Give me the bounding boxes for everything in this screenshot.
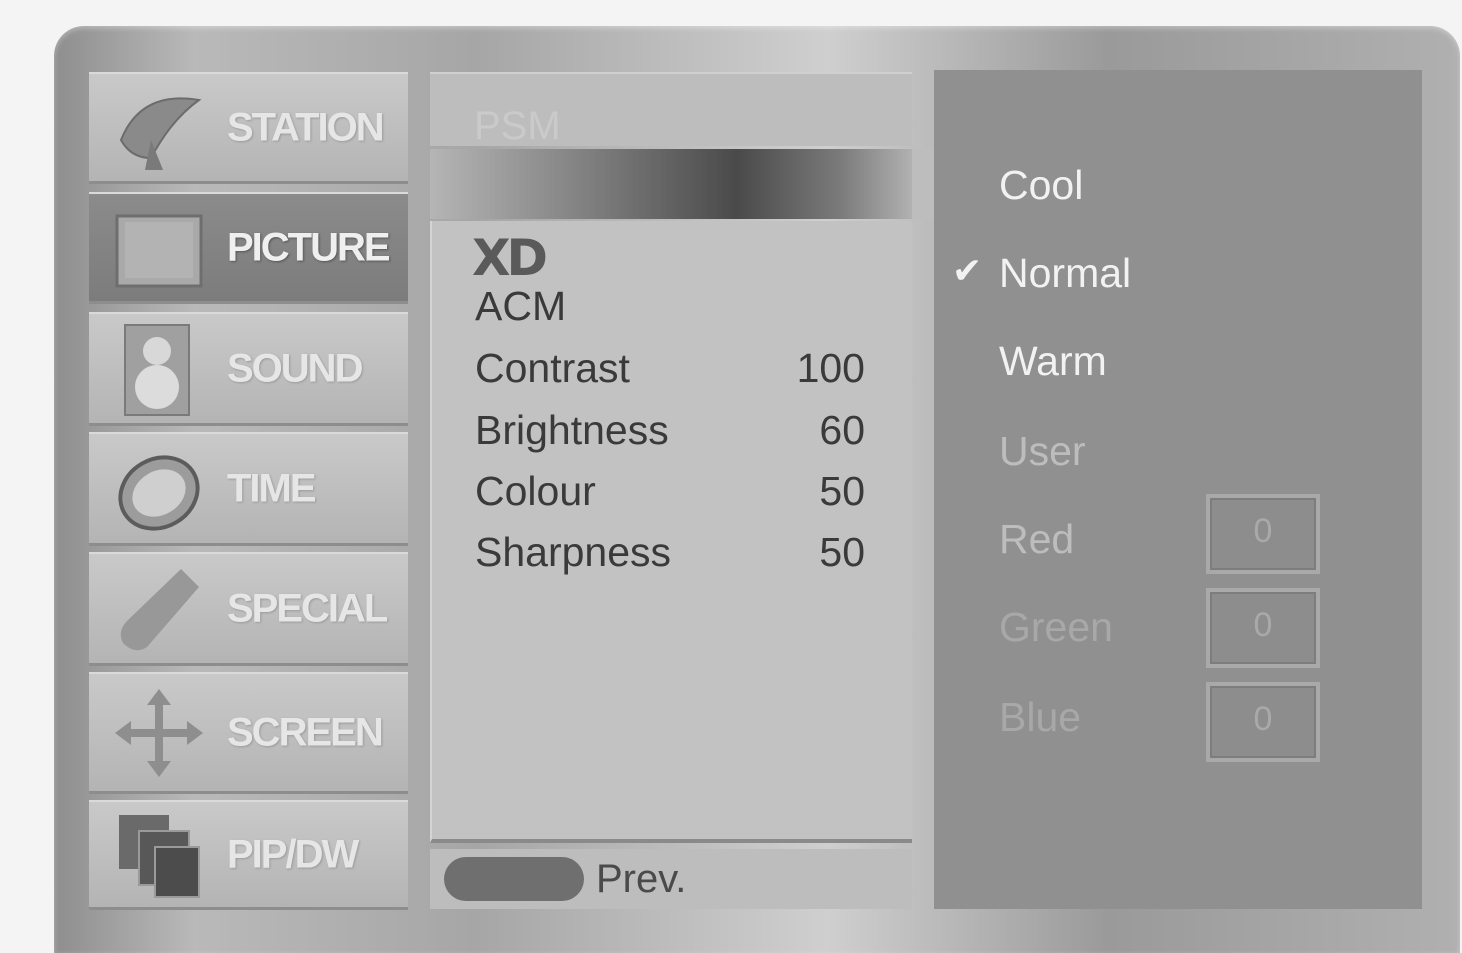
selection-pointer xyxy=(430,149,942,219)
colour-row[interactable]: Colour 50 xyxy=(475,468,865,524)
green-value-box[interactable]: 0 xyxy=(1206,588,1320,668)
prev-button[interactable] xyxy=(444,857,584,901)
pip-windows-icon xyxy=(119,814,200,898)
xd-logo: XD xyxy=(472,233,550,283)
psm-header[interactable]: PSM xyxy=(430,72,912,148)
menu-item-screen[interactable]: SCREEN xyxy=(89,672,408,794)
wrench-icon xyxy=(120,568,199,650)
blue-value-box[interactable]: 0 xyxy=(1206,682,1320,762)
menu-item-time[interactable]: TIME xyxy=(89,432,408,546)
green-label: Green xyxy=(999,604,1113,650)
option-normal[interactable]: Normal xyxy=(999,250,1131,297)
menu-item-label: PIP/DW xyxy=(227,832,359,876)
green-value: 0 xyxy=(1253,606,1273,644)
menu-item-picture[interactable]: PICTURE xyxy=(89,192,408,304)
menu-item-label: STATION xyxy=(227,105,385,149)
menu-item-label: SCREEN xyxy=(227,710,384,754)
blue-label: Blue xyxy=(999,694,1082,740)
menu-item-sound[interactable]: SOUND xyxy=(89,312,408,426)
brightness-row[interactable]: Brightness 60 xyxy=(475,407,865,463)
colour-label: Colour xyxy=(475,468,596,514)
contrast-row[interactable]: Contrast 100 xyxy=(475,345,865,401)
contrast-value: 100 xyxy=(796,345,865,391)
red-value-box[interactable]: 0 xyxy=(1206,494,1320,574)
speaker-icon xyxy=(124,323,190,416)
menu-item-station[interactable]: STATION xyxy=(89,72,408,184)
clock-icon xyxy=(118,454,200,531)
prev-bar: Prev. xyxy=(430,849,912,909)
tv-screen-icon xyxy=(115,214,203,287)
acm-row[interactable]: ACM xyxy=(475,283,865,339)
sharpness-row[interactable]: Sharpness 50 xyxy=(475,529,865,585)
svg-text:XD: XD xyxy=(472,233,546,283)
colour-temp-panel: Cool ✔ Normal Warm User Red 0 Green 0 Bl… xyxy=(934,70,1422,909)
menu-item-label: SOUND xyxy=(227,346,363,390)
sharpness-label: Sharpness xyxy=(475,529,672,575)
check-mark-icon: ✔ xyxy=(952,250,983,291)
red-label: Red xyxy=(999,516,1075,562)
menu-item-label: PICTURE xyxy=(227,225,391,269)
brightness-label: Brightness xyxy=(475,407,669,453)
blue-value: 0 xyxy=(1253,700,1273,738)
menu-item-special[interactable]: SPECIAL xyxy=(89,552,408,666)
psm-label: PSM xyxy=(474,104,561,148)
satellite-dish-icon xyxy=(119,96,202,170)
brightness-value: 60 xyxy=(819,407,865,453)
picture-submenu: XD ACM Contrast 100 Brightness 60 Colour… xyxy=(430,221,912,843)
move-arrows-icon xyxy=(115,688,203,777)
prev-label: Prev. xyxy=(596,857,687,901)
menu-item-label: TIME xyxy=(227,466,317,510)
acm-label: ACM xyxy=(475,283,567,329)
colour-value: 50 xyxy=(819,468,865,514)
option-warm[interactable]: Warm xyxy=(999,338,1107,385)
menu-item-label: SPECIAL xyxy=(227,586,388,630)
option-user[interactable]: User xyxy=(999,428,1086,475)
sharpness-value: 50 xyxy=(819,529,865,575)
option-cool[interactable]: Cool xyxy=(999,162,1083,209)
red-value: 0 xyxy=(1253,512,1273,550)
menu-item-pip-dw[interactable]: PIP/DW xyxy=(89,800,408,910)
contrast-label: Contrast xyxy=(475,345,630,391)
